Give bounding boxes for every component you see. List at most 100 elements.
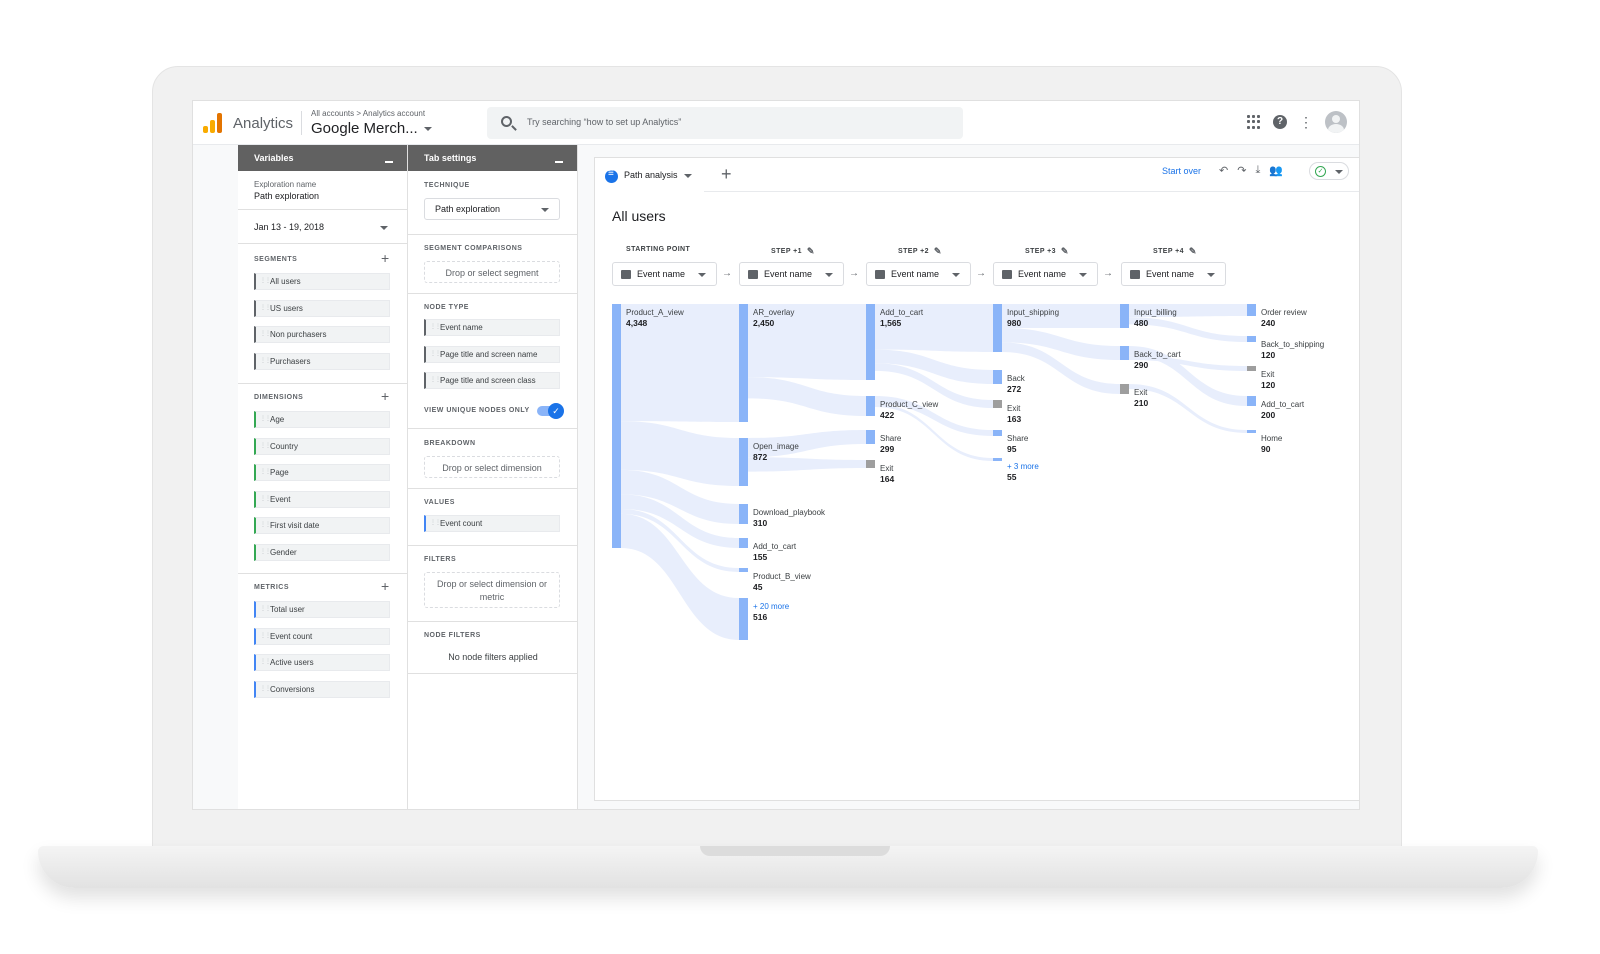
sankey-node-label[interactable]: + 20 more 516 <box>753 602 789 622</box>
sankey-node[interactable] <box>739 438 748 486</box>
sankey-node-label[interactable]: Download_playbook 310 <box>753 508 825 528</box>
node-name: + 3 more <box>1007 462 1039 471</box>
dimension-chip[interactable]: First visit date <box>254 517 390 534</box>
node-type-chip[interactable]: Page title and screen class <box>424 372 560 389</box>
dimension-chip[interactable]: Age <box>254 411 390 428</box>
unique-nodes-toggle[interactable]: ✓ <box>537 403 564 419</box>
technique-select[interactable]: Path exploration <box>424 198 560 220</box>
avatar[interactable] <box>1325 111 1347 133</box>
filters-drop-zone[interactable]: Drop or select dimension or metric <box>424 572 560 608</box>
minimize-icon[interactable] <box>385 161 393 163</box>
dimension-chip[interactable]: Event <box>254 490 390 508</box>
metric-chip[interactable]: Active users <box>254 654 390 671</box>
sankey-node[interactable] <box>739 598 748 640</box>
sankey-node-label[interactable]: Back 272 <box>1007 374 1025 394</box>
metric-chip[interactable]: Conversions <box>254 680 390 698</box>
technique-label: TECHNIQUE <box>424 182 470 189</box>
node-value: 120 <box>1261 350 1276 360</box>
sankey-node[interactable] <box>1247 430 1256 433</box>
node-value: 980 <box>1007 318 1022 328</box>
date-range-caret-icon[interactable] <box>380 226 388 230</box>
sankey-node[interactable] <box>1120 384 1129 394</box>
node-value: 200 <box>1261 410 1276 420</box>
segment-chip[interactable]: US users <box>254 299 390 317</box>
sankey-node[interactable] <box>993 458 1002 461</box>
sankey-node-label[interactable]: Add_to_cart 155 <box>753 542 796 562</box>
variables-panel: Variables Exploration name Path explorat… <box>238 145 408 809</box>
node-value: 95 <box>1007 444 1017 454</box>
sankey-node[interactable] <box>866 396 875 416</box>
sankey-node-label[interactable]: Share 299 <box>880 434 901 454</box>
more-vert-icon[interactable]: ⋮ <box>1299 115 1313 129</box>
sankey-node[interactable] <box>993 430 1002 436</box>
sankey-node[interactable] <box>739 504 748 524</box>
sankey-node-label[interactable]: AR_overlay 2,450 <box>753 308 794 328</box>
exploration-canvas: Path analysis + Start over ↶ ↷ ⤓ 👥 ✓ All… <box>594 157 1359 801</box>
segment-chip[interactable]: All users <box>254 273 390 290</box>
breakdown-drop-zone[interactable]: Drop or select dimension <box>424 456 560 478</box>
sankey-node[interactable] <box>1247 366 1256 371</box>
sankey-node-label[interactable]: Open_image 872 <box>753 442 799 462</box>
values-chip[interactable]: Event count <box>424 515 560 532</box>
sankey-node-label[interactable]: Add_to_cart 200 <box>1261 400 1304 420</box>
dimension-chip[interactable]: Gender <box>254 543 390 561</box>
add-metric-icon[interactable]: + <box>381 579 389 593</box>
sankey-node-label[interactable]: Input_billing 480 <box>1134 308 1177 328</box>
node-value: 2,450 <box>753 318 775 328</box>
node-value: 290 <box>1134 360 1149 370</box>
breadcrumb[interactable]: All accounts > Analytics account <box>311 109 425 118</box>
sankey-node-label[interactable]: Product_B_view 45 <box>753 572 811 592</box>
sankey-node-label[interactable]: Exit 120 <box>1261 370 1275 390</box>
sankey-node-label[interactable]: + 3 more 55 <box>1007 462 1039 482</box>
sankey-node[interactable] <box>1247 396 1256 406</box>
apps-grid-icon[interactable] <box>1247 115 1261 129</box>
node-type-chip[interactable]: Page title and screen name <box>424 345 560 363</box>
sankey-node[interactable] <box>1247 336 1256 342</box>
sankey-node[interactable] <box>739 538 748 548</box>
metric-chip[interactable]: Total user <box>254 601 390 618</box>
sankey-node-label[interactable]: Back_to_shipping 120 <box>1261 340 1324 360</box>
dimension-chip[interactable]: Country <box>254 437 390 455</box>
sankey-node[interactable] <box>739 568 748 572</box>
property-selector[interactable]: Google Merch... <box>311 120 432 137</box>
add-segment-icon[interactable]: + <box>381 251 389 265</box>
exploration-name-value[interactable]: Path exploration <box>254 191 319 201</box>
sankey-node-label[interactable]: Back_to_cart 290 <box>1134 350 1181 370</box>
segment-chip[interactable]: Purchasers <box>254 352 390 370</box>
sankey-node[interactable] <box>866 460 875 468</box>
sankey-node[interactable] <box>1120 346 1129 360</box>
sankey-node[interactable] <box>993 400 1002 408</box>
sankey-node[interactable] <box>993 304 1002 352</box>
search-bar[interactable]: Try searching “how to set up Analytics” <box>487 107 963 139</box>
node-type-chip[interactable]: Event name <box>424 319 560 336</box>
dimension-chip[interactable]: Page <box>254 464 390 481</box>
segment-chip[interactable]: Non purchasers <box>254 326 390 343</box>
analytics-logo-icon[interactable] <box>203 113 223 133</box>
sankey-node-label[interactable]: Product_C_view 422 <box>880 400 938 420</box>
node-name: Home <box>1261 434 1283 443</box>
sankey-node[interactable] <box>612 304 621 548</box>
segment-drop-zone[interactable]: Drop or select segment <box>424 261 560 283</box>
sankey-node[interactable] <box>866 304 875 380</box>
add-dimension-icon[interactable]: + <box>381 389 389 403</box>
node-name: Add_to_cart <box>880 308 924 317</box>
sankey-node-label[interactable]: Input_shipping 980 <box>1007 308 1059 328</box>
sankey-node[interactable] <box>739 304 748 422</box>
sankey-node[interactable] <box>1120 304 1129 328</box>
minimize-icon[interactable] <box>555 161 563 163</box>
sankey-node-label[interactable]: Order review 240 <box>1261 308 1307 328</box>
sankey-node[interactable] <box>866 430 875 444</box>
sankey-node-label[interactable]: Share 95 <box>1007 434 1028 454</box>
help-icon[interactable]: ? <box>1273 115 1287 129</box>
sankey-node[interactable] <box>993 370 1002 384</box>
metric-chip[interactable]: Event count <box>254 627 390 645</box>
sankey-node-label[interactable]: Exit 164 <box>880 464 894 484</box>
sankey-node-label[interactable]: Home 90 <box>1261 434 1282 454</box>
sankey-node-label[interactable]: Add_to_cart 1,565 <box>880 308 923 328</box>
sankey-node-label[interactable]: Exit 163 <box>1007 404 1021 424</box>
sankey-node-label[interactable]: Product_A_view 4,348 <box>626 308 684 328</box>
sankey-node-label[interactable]: Exit 210 <box>1134 388 1148 408</box>
node-filters-label: NODE FILTERS <box>424 632 481 639</box>
date-range[interactable]: Jan 13 - 19, 2018 <box>254 222 324 232</box>
sankey-node[interactable] <box>1247 304 1256 316</box>
